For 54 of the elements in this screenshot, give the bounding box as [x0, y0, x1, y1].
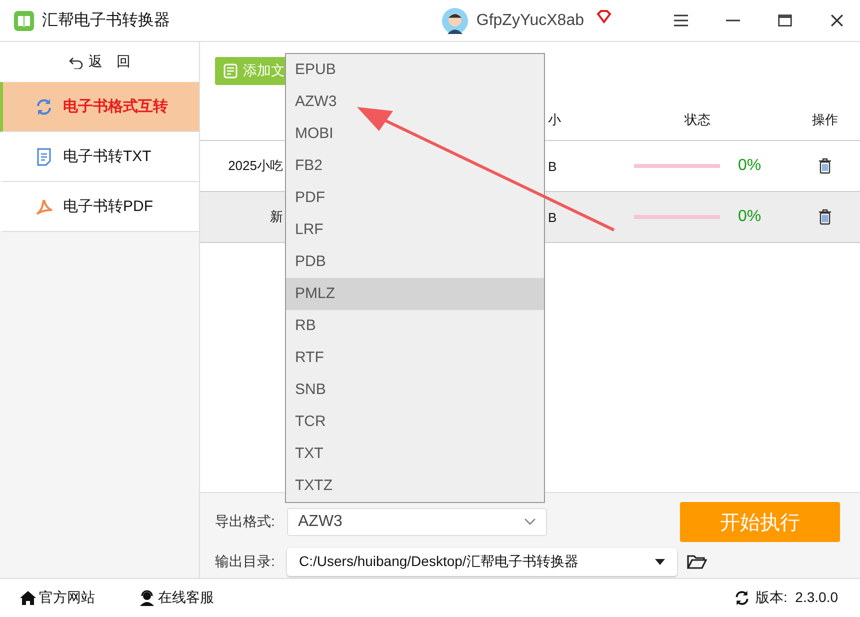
file-size: B — [548, 158, 557, 174]
file-name: 新 — [270, 209, 283, 224]
window-title: 汇帮电子书转换器 — [42, 10, 170, 31]
folder-icon[interactable] — [687, 554, 707, 570]
file-size: B — [548, 210, 557, 224]
avatar-icon — [442, 8, 468, 34]
close-icon[interactable] — [830, 14, 844, 27]
footer-link[interactable]: 在线客服 — [139, 589, 214, 607]
format-option[interactable]: SNB — [286, 374, 544, 406]
footer-link[interactable]: 官方网站 — [20, 589, 95, 607]
trash-icon[interactable] — [818, 158, 832, 174]
trash-icon[interactable] — [818, 209, 832, 225]
user-name[interactable]: GfpZyYucX8ab — [476, 12, 584, 30]
sidebar-item[interactable]: 电子书转TXT — [0, 132, 199, 182]
format-option[interactable]: FB2 — [286, 150, 544, 182]
file-name: 2025小吃 — [228, 158, 283, 173]
format-option[interactable]: TXT — [286, 438, 544, 470]
output-dir-field[interactable]: C:/Users/huibang/Desktop/汇帮电子书转换器 — [287, 548, 677, 576]
document-icon — [35, 148, 53, 166]
format-option[interactable]: RB — [286, 310, 544, 342]
progress-percent: 0% — [738, 157, 762, 175]
chevron-down-icon — [524, 518, 536, 526]
list-icon — [223, 63, 239, 79]
field-label: 输出目录: — [215, 553, 276, 571]
caret-icon — [655, 559, 665, 565]
sync-icon — [35, 98, 53, 116]
menu-icon[interactable] — [674, 14, 688, 27]
format-option[interactable]: EPUB — [286, 54, 544, 86]
sidebar-item[interactable]: 电子书转PDF — [0, 182, 199, 232]
column-header: 小 — [548, 112, 561, 127]
progress-percent: 0% — [738, 208, 762, 226]
pdf-icon — [35, 198, 53, 216]
refresh-icon — [734, 590, 750, 606]
format-option[interactable]: PMLZ — [286, 278, 544, 310]
field-label: 导出格式: — [215, 513, 276, 531]
format-option[interactable]: RTF — [286, 342, 544, 374]
undo-arrow-icon — [68, 55, 82, 69]
format-option[interactable]: PDF — [286, 182, 544, 214]
back-button[interactable]: 返 回 — [0, 42, 199, 82]
diamond-icon — [596, 10, 612, 24]
maximize-icon[interactable] — [778, 14, 792, 27]
format-select[interactable]: AZW3 — [287, 508, 547, 536]
version-text: 版本: 2.3.0.0 — [756, 589, 838, 607]
format-option[interactable]: MOBI — [286, 118, 544, 150]
format-option[interactable]: AZW3 — [286, 86, 544, 118]
format-option[interactable]: TCR — [286, 406, 544, 438]
home-icon — [20, 590, 36, 606]
format-option[interactable]: PDB — [286, 246, 544, 278]
book-logo-icon — [14, 10, 34, 30]
column-header: 操作 — [811, 111, 839, 129]
format-option[interactable]: TXTZ — [286, 470, 544, 502]
headset-person-icon — [139, 590, 155, 606]
format-option[interactable]: LRF — [286, 214, 544, 246]
column-header: 状态 — [683, 111, 712, 129]
